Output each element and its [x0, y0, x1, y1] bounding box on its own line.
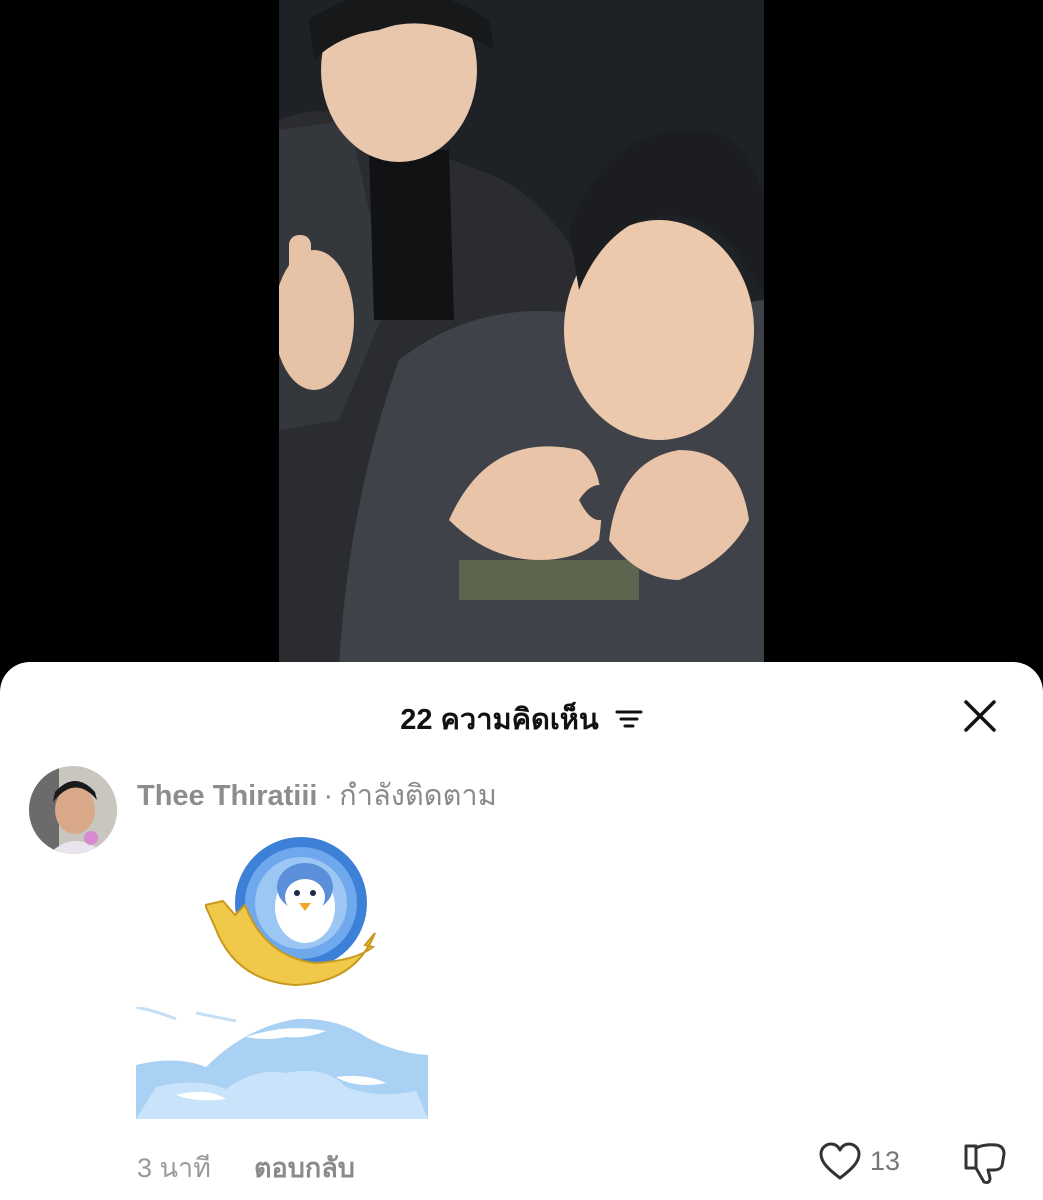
comment-item: Thee Thiratiii · กำลังติดตาม 3 นาที ตอบก… [0, 762, 1043, 1184]
like-count: 13 [870, 1146, 901, 1176]
meta-separator: · [323, 780, 334, 812]
penguin-coin-sticker [205, 837, 376, 987]
heart-icon[interactable] [818, 1142, 862, 1182]
comment-time: 3 นาที [137, 1153, 211, 1183]
comments-count-label: 22 ความคิดเห็น [400, 704, 599, 736]
video-player[interactable] [279, 0, 764, 665]
comments-sheet: 22 ความคิดเห็น Thee Thiratiii · กำลังติด… [0, 662, 1043, 1200]
thumbs-down-icon[interactable] [962, 1140, 1008, 1186]
sort-filter-icon[interactable] [615, 708, 643, 730]
comments-title[interactable]: 22 ความคิดเห็น [0, 696, 1043, 742]
avatar[interactable] [29, 766, 117, 854]
wave-sticker [136, 1007, 428, 1119]
avatar-image [29, 766, 117, 854]
close-icon[interactable] [960, 696, 1000, 736]
comments-sheet-header: 22 ความคิดเห็น [0, 692, 1043, 736]
comment-author[interactable]: Thee Thiratiii [137, 780, 317, 812]
comment-meta: Thee Thiratiii · กำลังติดตาม [137, 772, 497, 818]
reply-button[interactable]: ตอบกลับ [254, 1146, 355, 1189]
comment-footer: 3 นาที ตอบกลับ 13 [0, 1142, 1043, 1184]
video-frame-image [279, 0, 764, 665]
following-status: กำลังติดตาม [339, 780, 497, 812]
